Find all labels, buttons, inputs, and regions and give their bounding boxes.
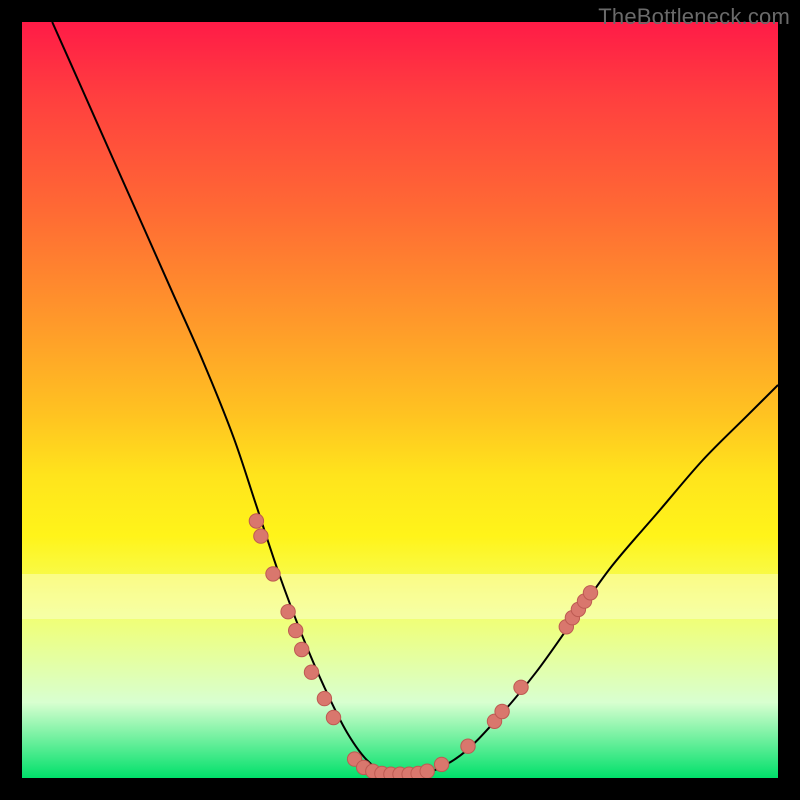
data-marker (495, 704, 509, 718)
data-marker (420, 764, 434, 778)
data-marker (266, 567, 280, 581)
data-marker (326, 710, 340, 724)
data-marker (254, 529, 268, 543)
data-marker (304, 665, 318, 679)
data-marker (317, 691, 331, 705)
data-marker (281, 605, 295, 619)
data-marker (249, 514, 263, 528)
data-marker (583, 586, 597, 600)
watermark-text: TheBottleneck.com (598, 4, 790, 30)
chart-svg (22, 22, 778, 778)
data-marker (514, 680, 528, 694)
data-marker (434, 757, 448, 771)
marker-group (249, 514, 598, 778)
data-marker (295, 642, 309, 656)
bottleneck-curve (52, 22, 778, 776)
data-marker (461, 739, 475, 753)
data-marker (289, 623, 303, 637)
